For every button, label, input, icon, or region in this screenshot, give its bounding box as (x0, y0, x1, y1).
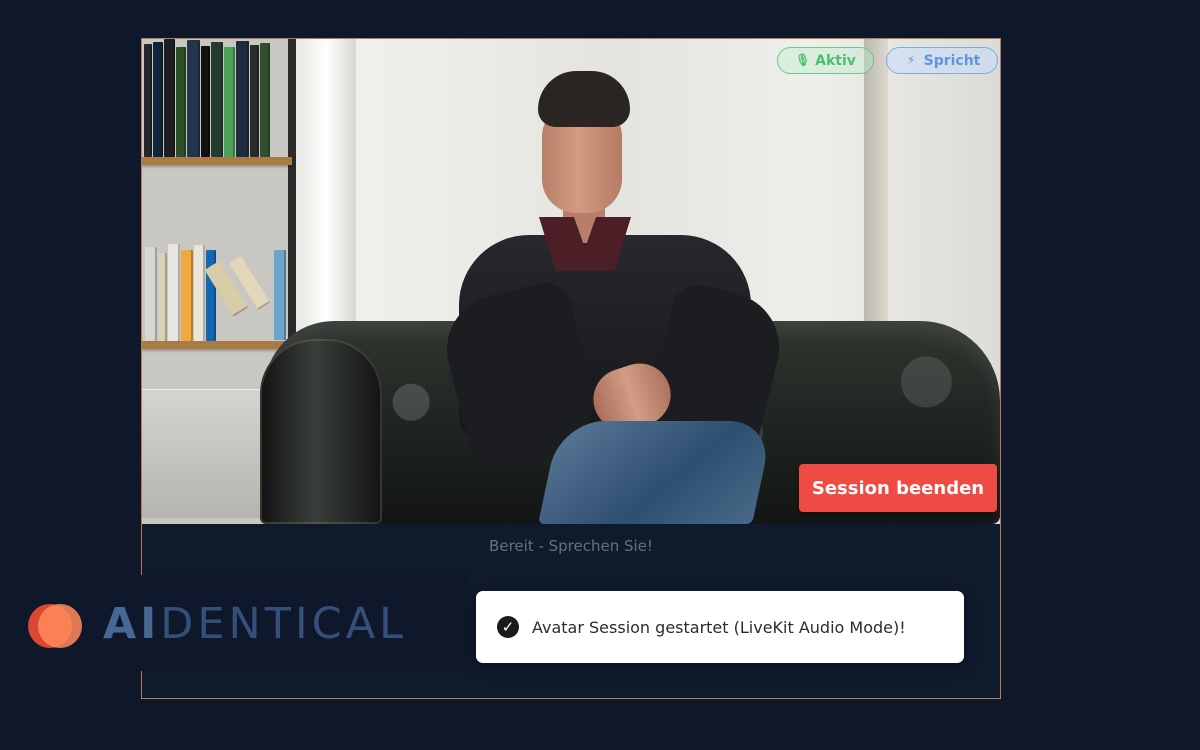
video-wall-post (302, 39, 356, 349)
aidentical-wordmark: AIDENTICAL (103, 596, 407, 652)
book (168, 244, 180, 341)
wordmark-suffix: DENTICAL (160, 599, 408, 649)
couch-arm (260, 339, 382, 524)
wordmark-prefix: AI (103, 599, 161, 649)
book (211, 42, 223, 157)
book (181, 250, 193, 341)
book (236, 41, 249, 157)
speaking-status-label: Spricht (923, 52, 981, 69)
book (224, 47, 235, 157)
book (164, 39, 175, 157)
aidentical-logo-icon (28, 604, 82, 648)
session-started-toast: ✓ Avatar Session gestartet (LiveKit Audi… (476, 591, 964, 663)
toast-message: Avatar Session gestartet (LiveKit Audio … (532, 617, 906, 637)
active-status-label: Aktiv (815, 52, 856, 69)
session-status-text: Bereit - Sprechen Sie! (489, 537, 653, 555)
avatar-person (435, 71, 791, 524)
microphone-icon: 🎙 (795, 53, 811, 67)
avatar-jeans (538, 421, 774, 524)
end-session-button[interactable]: Session beenden (799, 464, 997, 512)
book (260, 43, 270, 157)
book (187, 40, 200, 157)
active-status-badge: 🎙 Aktiv (777, 47, 874, 74)
book (194, 245, 205, 341)
book (201, 46, 210, 157)
speaking-status-badge: ⚡ Spricht (886, 47, 998, 74)
bookshelf-board-top (142, 157, 292, 165)
book (158, 253, 167, 341)
storage-box (142, 389, 270, 518)
avatar-session-page: 🎙 Aktiv ⚡ Spricht Session beenden Bereit… (0, 0, 1200, 750)
book (144, 44, 152, 157)
book (176, 47, 186, 157)
book (274, 250, 286, 340)
book (153, 42, 163, 157)
book (250, 45, 259, 157)
video-wall-beam (864, 39, 888, 331)
book (145, 247, 157, 341)
avatar-video-frame: 🎙 Aktiv ⚡ Spricht Session beenden (142, 39, 1000, 524)
bookshelf-board-middle (142, 341, 292, 349)
check-icon: ✓ (497, 616, 519, 638)
bolt-icon: ⚡ (906, 53, 916, 67)
avatar-hair (538, 71, 630, 127)
